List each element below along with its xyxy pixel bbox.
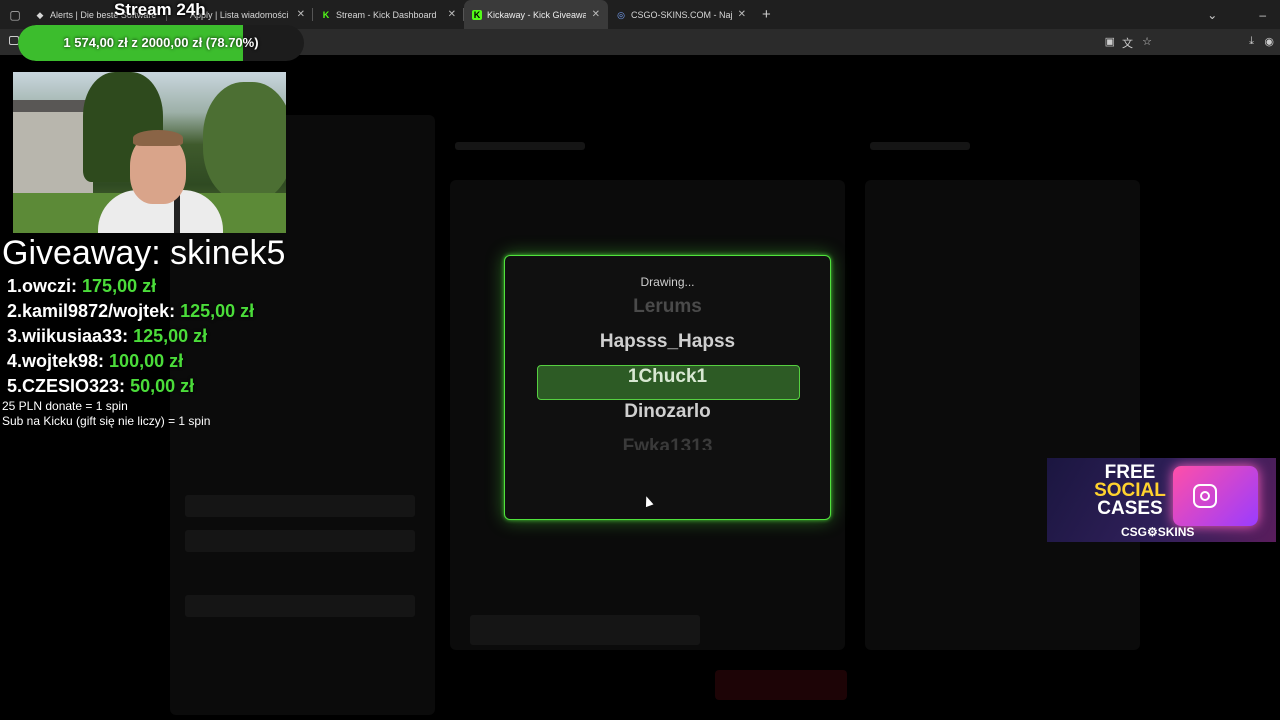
minimize-icon[interactable]: – [1259, 8, 1266, 22]
name-reel: Lerums Hapsss_Hapss 1Chuck1 Dinozarlo Fwka13… [505, 256, 830, 519]
settings-button [185, 595, 415, 617]
leaderboard-rank: 3. [7, 326, 23, 346]
leaderboard-rank: 4. [7, 351, 23, 371]
ad-brand: CSG⚙SKINS [1121, 525, 1195, 539]
close-tab-icon[interactable]: ✕ [448, 9, 456, 20]
leaderboard-name: CZESIO323: [22, 376, 131, 396]
leaderboard-rank: 1. [7, 276, 23, 296]
download-icon[interactable]: ⤓ [1249, 35, 1254, 48]
donation-goal-text: 1 574,00 zł z 2000,00 zł (78.70%) [63, 35, 259, 50]
leaderboard-row: 3.wiikusiaa33: 125,00 zł [7, 324, 254, 349]
leaderboard-amount: 100,00 zł [109, 351, 184, 371]
leaderboard-amount: 125,00 zł [180, 301, 255, 321]
diamond-icon: ◆ [36, 9, 44, 20]
tab-title: Kickaway - Kick Giveaway Tool [487, 9, 586, 20]
leaderboard-amount: 50,00 zł [130, 376, 195, 396]
donation-goal-bar: 1 574,00 zł z 2000,00 zł (78.70%) [18, 25, 304, 61]
tab-kickaway[interactable]: K Kickaway - Kick Giveaway Tool ✕ [464, 0, 608, 29]
reel-name: Dinozarlo [624, 401, 711, 422]
new-tab-button[interactable]: + [762, 6, 771, 23]
profile-icon[interactable]: ◉ [1264, 35, 1274, 48]
close-tab-icon[interactable]: ✕ [592, 9, 600, 20]
leaderboard-row: 5.CZESIO323: 50,00 zł [7, 374, 254, 399]
reel-name: Hapsss_Hapss [599, 331, 736, 352]
instagram-icon [1193, 484, 1217, 508]
giveaway-title: Giveaway: skinek5 [2, 234, 286, 272]
reel-name: Lerums [633, 296, 702, 317]
reel-name-selected: 1Chuck1 [627, 366, 708, 387]
clear-button [470, 615, 700, 645]
bookmark-star-icon[interactable]: ☆ [1142, 35, 1152, 48]
settings-input [185, 495, 415, 517]
winners-heading [870, 142, 970, 150]
leaderboard-name: wojtek98: [22, 351, 110, 371]
tab-list-chevron-icon[interactable]: ⌄ [1207, 8, 1217, 22]
leaderboard-rank: 5. [7, 376, 23, 396]
giveaway-rules: 25 PLN donate = 1 spin Sub na Kicku (gif… [2, 399, 210, 429]
tab-kick-dashboard[interactable]: K Stream - Kick Dashboard ✕ [313, 0, 464, 29]
csgo-skins-ad[interactable]: FREE SOCIAL CASES CSG⚙SKINS [1047, 458, 1276, 542]
reel-name: Fwka1313 [622, 436, 713, 450]
leaderboard-row: 1.owczi: 175,00 zł [7, 274, 254, 299]
rule-line: 25 PLN donate = 1 spin [2, 399, 128, 413]
translate-icon[interactable]: 文 [1122, 35, 1133, 51]
close-tab-icon[interactable]: ✕ [738, 9, 746, 20]
stream-title: Stream 24h [114, 0, 206, 19]
instagram-chest-icon [1173, 466, 1258, 526]
leaderboard-name: kamil9872/wojtek: [22, 301, 181, 321]
globe-icon: ◎ [617, 9, 625, 20]
webcam-feed [13, 72, 286, 233]
house-wall [13, 112, 93, 202]
leaderboard-row: 4.wojtek98: 100,00 zł [7, 349, 254, 374]
winners-panel [865, 180, 1140, 650]
tree [203, 82, 286, 202]
donation-leaderboard: 1.owczi: 175,00 zł 2.kamil9872/wojtek: 1… [7, 274, 254, 399]
window-controls: ⌄ – [1207, 0, 1280, 29]
screenshot-icon[interactable]: ▣ [1105, 35, 1115, 48]
settings-input [185, 530, 415, 552]
tab-search-icon[interactable]: ▢ [3, 3, 27, 27]
leaderboard-name: owczi: [22, 276, 83, 296]
leaderboard-name: wiikusiaa33: [22, 326, 134, 346]
draw-button [715, 670, 847, 700]
ad-line-cases: CASES [1097, 498, 1163, 519]
tab-title: CSGO-SKINS.COM - Najlepsze : [631, 9, 732, 20]
rule-line: Sub na Kicku (gift się nie liczy) = 1 sp… [2, 414, 211, 428]
leaderboard-row: 2.kamil9872/wojtek: 125,00 zł [7, 299, 254, 324]
kick-logo-icon: K [322, 9, 330, 20]
tab-csgo-skins[interactable]: ◎ CSGO-SKINS.COM - Najlepsze : ✕ [608, 0, 754, 29]
leaderboard-amount: 125,00 zł [133, 326, 208, 346]
tab-title: Stream - Kick Dashboard [336, 9, 437, 20]
drawing-modal: Drawing... Lerums Hapsss_Hapss 1Chuck1 Dino… [504, 255, 831, 520]
close-tab-icon[interactable]: ✕ [297, 9, 305, 20]
participants-heading [455, 142, 585, 150]
leaderboard-rank: 2. [7, 301, 23, 321]
kick-logo-icon: K [472, 9, 482, 20]
leaderboard-amount: 175,00 zł [82, 276, 157, 296]
streamer-hair [133, 130, 183, 146]
